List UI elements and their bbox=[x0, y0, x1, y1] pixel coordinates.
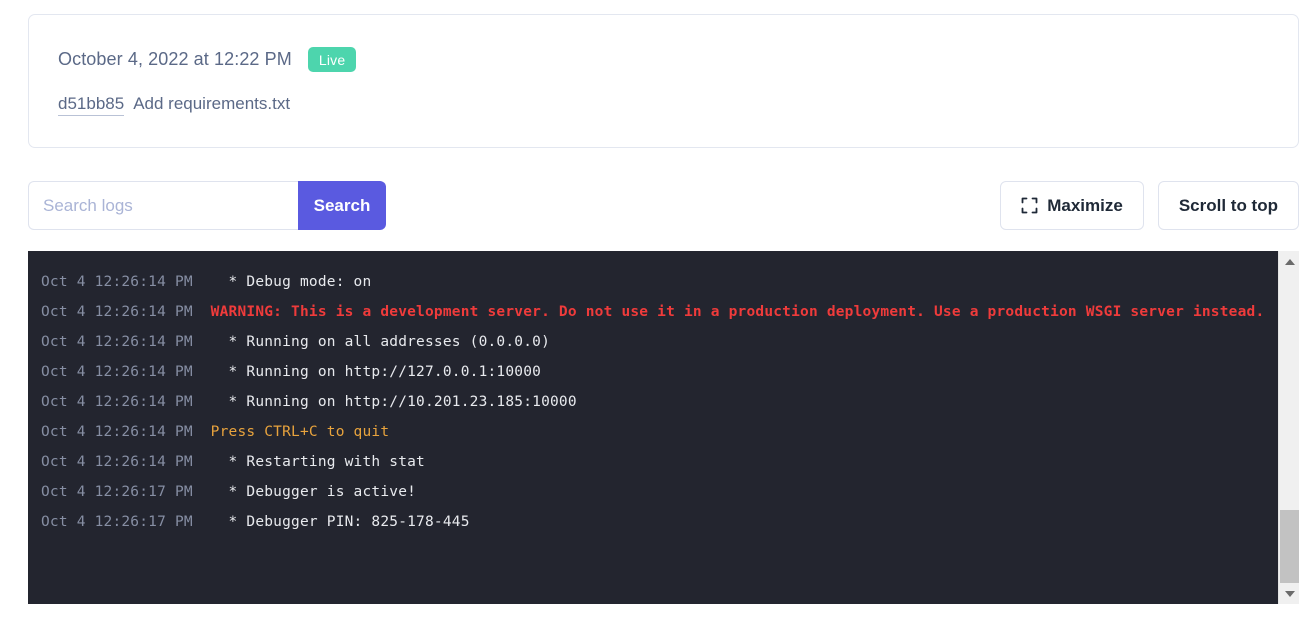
chevron-up-icon[interactable] bbox=[1279, 253, 1299, 270]
scroll-to-top-button[interactable]: Scroll to top bbox=[1157, 181, 1299, 230]
log-timestamp: Oct 4 12:26:14 PM bbox=[41, 364, 211, 380]
log-timestamp: Oct 4 12:26:14 PM bbox=[41, 274, 211, 290]
commit-message: Add requirements.txt bbox=[133, 94, 291, 113]
deploy-commit-row: d51bb85 Add requirements.txt bbox=[58, 94, 290, 116]
maximize-label: Maximize bbox=[1047, 195, 1123, 215]
log-line: Oct 4 12:26:17 PM * Debugger PIN: 825-17… bbox=[41, 507, 1274, 537]
log-message: * Running on http://10.201.23.185:10000 bbox=[210, 394, 577, 410]
log-message: * Running on http://127.0.0.1:10000 bbox=[210, 364, 542, 380]
log-message: WARNING: This is a development server. D… bbox=[210, 304, 1265, 320]
log-line: Oct 4 12:26:14 PM WARNING: This is a dev… bbox=[41, 297, 1274, 327]
deploy-info-card: October 4, 2022 at 12:22 PM Live d51bb85… bbox=[28, 14, 1299, 148]
log-timestamp: Oct 4 12:26:14 PM bbox=[41, 334, 211, 350]
commit-hash-link[interactable]: d51bb85 bbox=[58, 94, 125, 116]
log-timestamp: Oct 4 12:26:14 PM bbox=[41, 394, 211, 410]
log-message: * Restarting with stat bbox=[210, 454, 425, 470]
toolbar-actions: Maximize Scroll to top bbox=[1000, 181, 1299, 230]
fullscreen-icon bbox=[1021, 197, 1038, 214]
log-message: * Debugger PIN: 825-178-445 bbox=[210, 514, 470, 530]
log-timestamp: Oct 4 12:26:17 PM bbox=[41, 484, 211, 500]
log-line: Oct 4 12:26:14 PM * Debug mode: on bbox=[41, 267, 1274, 297]
log-line: Oct 4 12:26:14 PM * Running on http://12… bbox=[41, 357, 1274, 387]
log-timestamp: Oct 4 12:26:14 PM bbox=[41, 304, 211, 320]
log-message: * Debug mode: on bbox=[210, 274, 372, 290]
log-timestamp: Oct 4 12:26:14 PM bbox=[41, 454, 211, 470]
search-input[interactable] bbox=[28, 181, 298, 230]
log-message: * Running on all addresses (0.0.0.0) bbox=[210, 334, 551, 350]
scrollbar-thumb[interactable] bbox=[1280, 510, 1299, 583]
chevron-down-icon[interactable] bbox=[1279, 585, 1299, 602]
log-line: Oct 4 12:26:14 PM * Running on all addre… bbox=[41, 327, 1274, 357]
status-badge: Live bbox=[307, 47, 357, 72]
log-console: Oct 4 12:26:14 PM * Debug mode: on Oct 4 … bbox=[28, 251, 1299, 604]
log-timestamp: Oct 4 12:26:14 PM bbox=[41, 424, 211, 440]
deploy-timestamp: October 4, 2022 at 12:22 PM bbox=[58, 49, 292, 69]
search-group: Search bbox=[28, 181, 386, 230]
log-viewer-page: October 4, 2022 at 12:22 PM Live d51bb85… bbox=[0, 0, 1313, 621]
log-line: Oct 4 12:26:17 PM * Debugger is active! bbox=[41, 477, 1274, 507]
log-message: * Debugger is active! bbox=[210, 484, 417, 500]
log-line: Oct 4 12:26:14 PM Press CTRL+C to quit bbox=[41, 417, 1274, 447]
search-button[interactable]: Search bbox=[298, 181, 386, 230]
maximize-button[interactable]: Maximize bbox=[1000, 181, 1144, 230]
log-timestamp: Oct 4 12:26:17 PM bbox=[41, 514, 211, 530]
log-line: Oct 4 12:26:14 PM * Running on http://10… bbox=[41, 387, 1274, 417]
log-output[interactable]: Oct 4 12:26:14 PM * Debug mode: on Oct 4 … bbox=[28, 251, 1278, 604]
log-scrollbar[interactable] bbox=[1278, 251, 1299, 604]
deploy-status-row: October 4, 2022 at 12:22 PM Live bbox=[58, 47, 357, 72]
log-toolbar: Search Maximize Scroll to top bbox=[28, 181, 1299, 230]
log-message: Press CTRL+C to quit bbox=[210, 424, 390, 440]
log-line: Oct 4 12:26:14 PM * Restarting with stat bbox=[41, 447, 1274, 477]
